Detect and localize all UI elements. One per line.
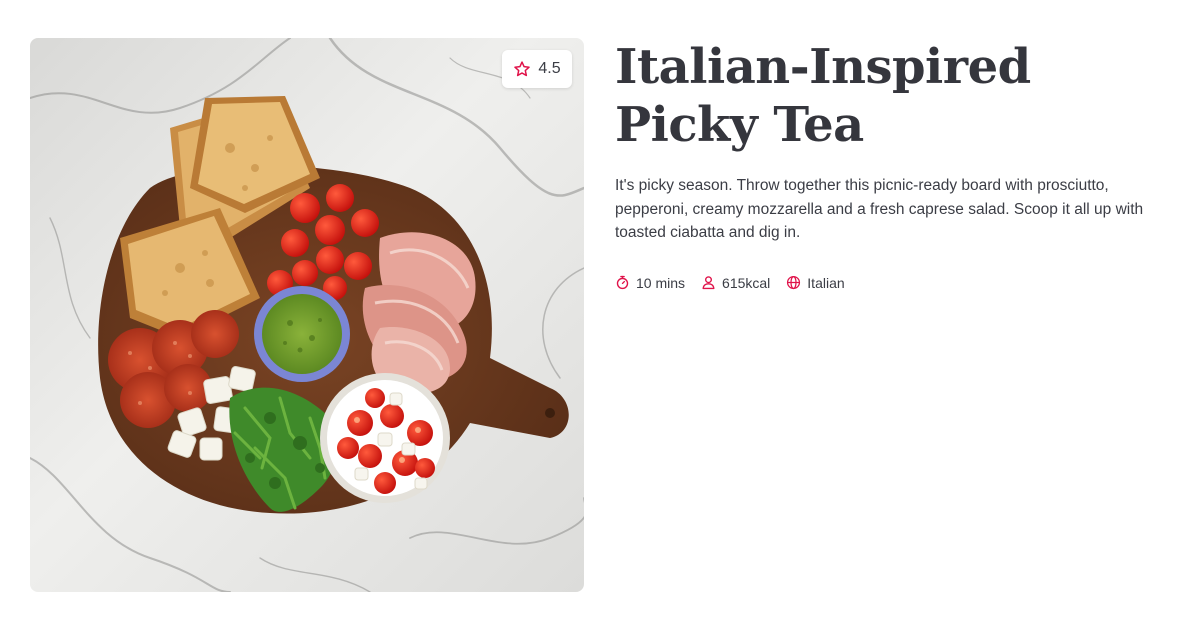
recipe-details: Italian-Inspired Picky Tea It's picky se… [615,38,1175,291]
meta-calories: 615kcal [701,275,770,291]
rating-badge: 4.5 [502,50,572,88]
recipe-meta: 10 mins 615kcal Italian [615,275,1175,291]
meta-time-label: 10 mins [636,274,686,291]
person-icon [701,275,716,290]
recipe-description: It's picky season. Throw together this p… [615,177,1144,241]
globe-icon [786,275,801,290]
recipe-image: 4.5 [30,38,584,592]
timer-icon [615,275,630,290]
star-icon [513,60,531,78]
rating-value: 4.5 [538,60,561,77]
meta-calories-label: 615kcal [722,274,771,291]
meta-cuisine-label: Italian [807,274,845,291]
meta-time: 10 mins [615,275,685,291]
meta-cuisine: Italian [786,274,845,291]
recipe-card: 4.5 Italian-Inspired Picky Tea It's pick… [0,0,1200,630]
recipe-title: Italian-Inspired Picky Tea [615,39,1031,153]
